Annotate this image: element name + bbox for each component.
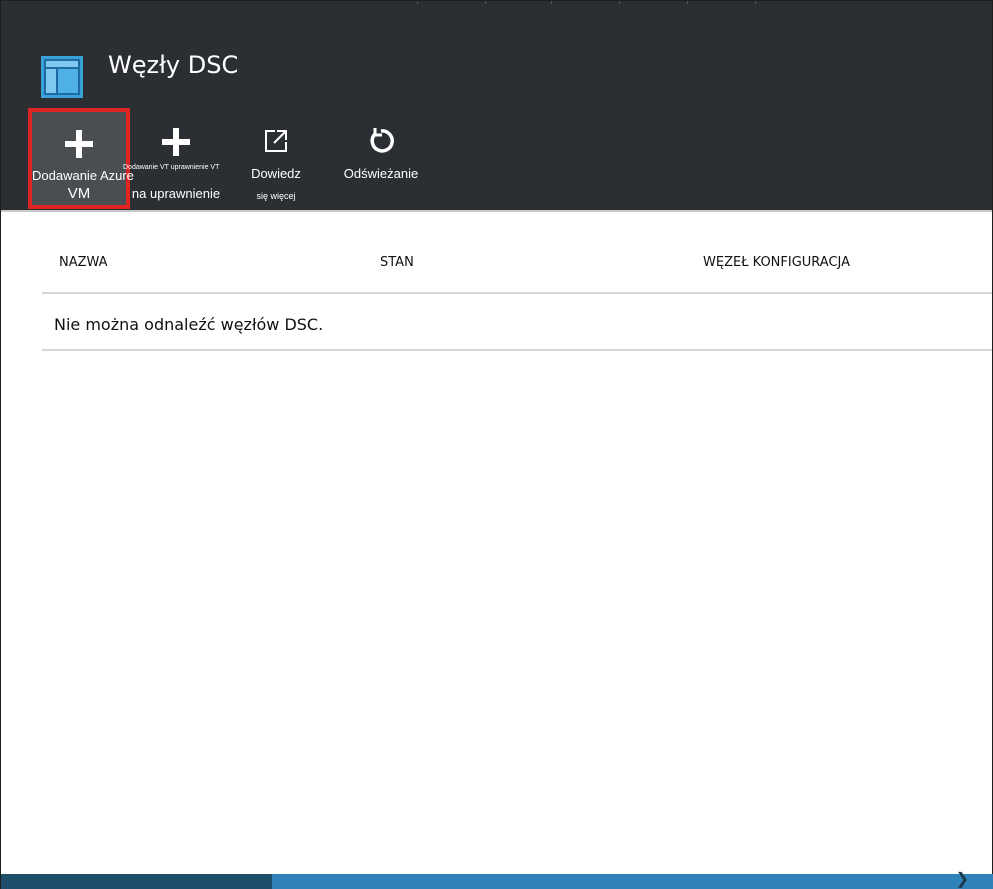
page-title: Węzły DSC [108, 51, 239, 79]
add-onprem-label: na uprawnienie [131, 186, 221, 201]
plus-icon [120, 128, 232, 164]
scrollbar-track-left[interactable] [1, 874, 272, 889]
add-azure-vm-label-2: VM [67, 185, 91, 202]
add-azure-vm-button[interactable]: Dodawanie Azure VM [28, 108, 134, 209]
add-onprem-tiny-label: Dodawanie VT uprawnienie VT [123, 164, 220, 171]
refresh-label: Odświeżanie [343, 166, 419, 181]
column-header-node-configuration[interactable]: WĘZEŁ KONFIGURACJA [703, 255, 850, 270]
refresh-icon [330, 126, 432, 162]
learn-more-button[interactable]: Dowiedz się więcej [240, 110, 312, 209]
add-onprem-vm-button[interactable]: Dodawanie VT uprawnienie VT na uprawnien… [120, 110, 232, 209]
learn-more-sub-label: się więcej [256, 191, 296, 201]
empty-state-row: Nie można odnaleźć węzłów DSC. [42, 294, 992, 351]
empty-state-message: Nie można odnaleźć węzłów DSC. [54, 315, 324, 334]
column-header-name[interactable]: NAZWA [59, 255, 108, 270]
grid-header: NAZWA STAN WĘZEŁ KONFIGURACJA [42, 252, 992, 294]
chevron-right-icon[interactable]: ❯ [956, 872, 969, 888]
header-divider [1, 210, 992, 212]
plus-icon [32, 130, 126, 166]
learn-more-label: Dowiedz [251, 166, 301, 181]
scrollbar-thumb[interactable] [272, 874, 993, 889]
external-link-icon [240, 128, 312, 164]
add-azure-vm-label: Dodawanie Azure [32, 168, 134, 183]
blade-icon [41, 56, 83, 98]
refresh-button[interactable]: Odświeżanie [330, 110, 432, 209]
column-header-status[interactable]: STAN [380, 255, 414, 270]
